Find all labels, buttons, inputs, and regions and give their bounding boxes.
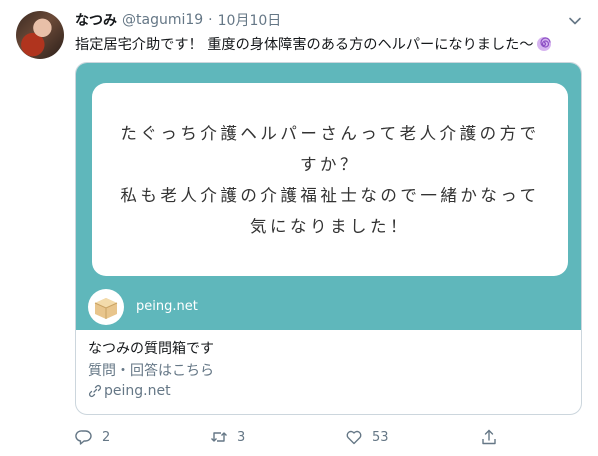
- tweet-text-body: 指定居宅介助です！ 重度の身体障害のある方のヘルパーになりました〜: [75, 37, 534, 53]
- retweet-count: 3: [237, 429, 246, 445]
- card-description: 質問・回答はこちら: [88, 363, 214, 379]
- display-name[interactable]: なつみ: [75, 10, 117, 30]
- tweet-text: 指定居宅介助です！ 重度の身体障害のある方のヘルパーになりました〜: [75, 34, 552, 54]
- link-icon: [89, 385, 101, 397]
- user-handle[interactable]: @tagumi19: [122, 12, 203, 28]
- like-count: 53: [372, 429, 389, 445]
- chevron-down-icon[interactable]: [568, 14, 582, 28]
- card-body[interactable]: なつみの質問箱です 質問・回答はこちら peing.net: [76, 330, 581, 414]
- retweet-icon: [211, 432, 227, 442]
- peing-logo: [88, 289, 124, 325]
- avatar[interactable]: [16, 11, 64, 59]
- tweet-actions: 2 3 53: [75, 426, 582, 450]
- question-line: すか？: [300, 154, 360, 174]
- retweet-button[interactable]: 3: [210, 426, 245, 448]
- tweet-date[interactable]: 10月10日: [218, 10, 282, 30]
- share-icon: [482, 429, 496, 445]
- like-button[interactable]: 53: [345, 426, 389, 448]
- tweet-header: なつみ @tagumi19 · 10月10日: [75, 10, 281, 30]
- card-domain: peing.net: [88, 383, 171, 399]
- reply-button[interactable]: 2: [75, 426, 110, 448]
- card-title[interactable]: なつみの質問箱です: [88, 338, 214, 358]
- swirl-emoji-icon: [536, 37, 551, 51]
- reply-count: 2: [102, 429, 111, 445]
- box-icon: [94, 298, 118, 319]
- card-image[interactable]: たぐっち介護ヘルパーさんって老人介護の方で すか？ 私も老人介護の介護福祉士なの…: [76, 63, 581, 330]
- question-bubble: たぐっち介護ヘルパーさんって老人介護の方で すか？ 私も老人介護の介護福祉士なの…: [92, 83, 568, 276]
- separator-dot: ·: [208, 12, 213, 28]
- like-icon: [346, 430, 362, 445]
- image-site-label: peing.net: [136, 299, 198, 314]
- question-line: 気になりました！: [250, 216, 410, 236]
- card-domain-text: peing.net: [104, 383, 171, 399]
- reply-icon: [75, 430, 92, 445]
- question-line: たぐっち介護ヘルパーさんって老人介護の方で: [120, 123, 540, 143]
- link-card[interactable]: たぐっち介護ヘルパーさんって老人介護の方で すか？ 私も老人介護の介護福祉士なの…: [75, 62, 582, 415]
- share-button[interactable]: [480, 426, 507, 448]
- question-line: 私も老人介護の介護福祉士なので一緒かなって: [120, 185, 540, 205]
